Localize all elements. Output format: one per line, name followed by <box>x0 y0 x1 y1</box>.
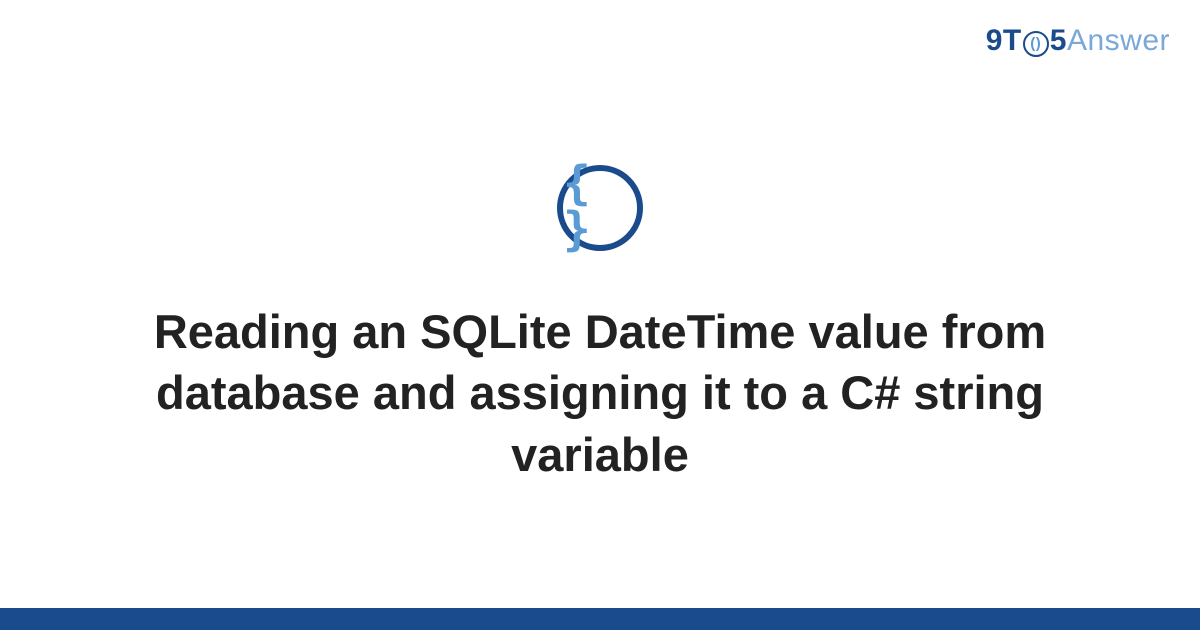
question-title: Reading an SQLite DateTime value from da… <box>75 301 1125 484</box>
footer-bar <box>0 608 1200 630</box>
topic-icon-circle: { } <box>557 165 643 251</box>
code-braces-icon: { } <box>563 160 637 256</box>
main-content: { } Reading an SQLite DateTime value fro… <box>0 0 1200 630</box>
